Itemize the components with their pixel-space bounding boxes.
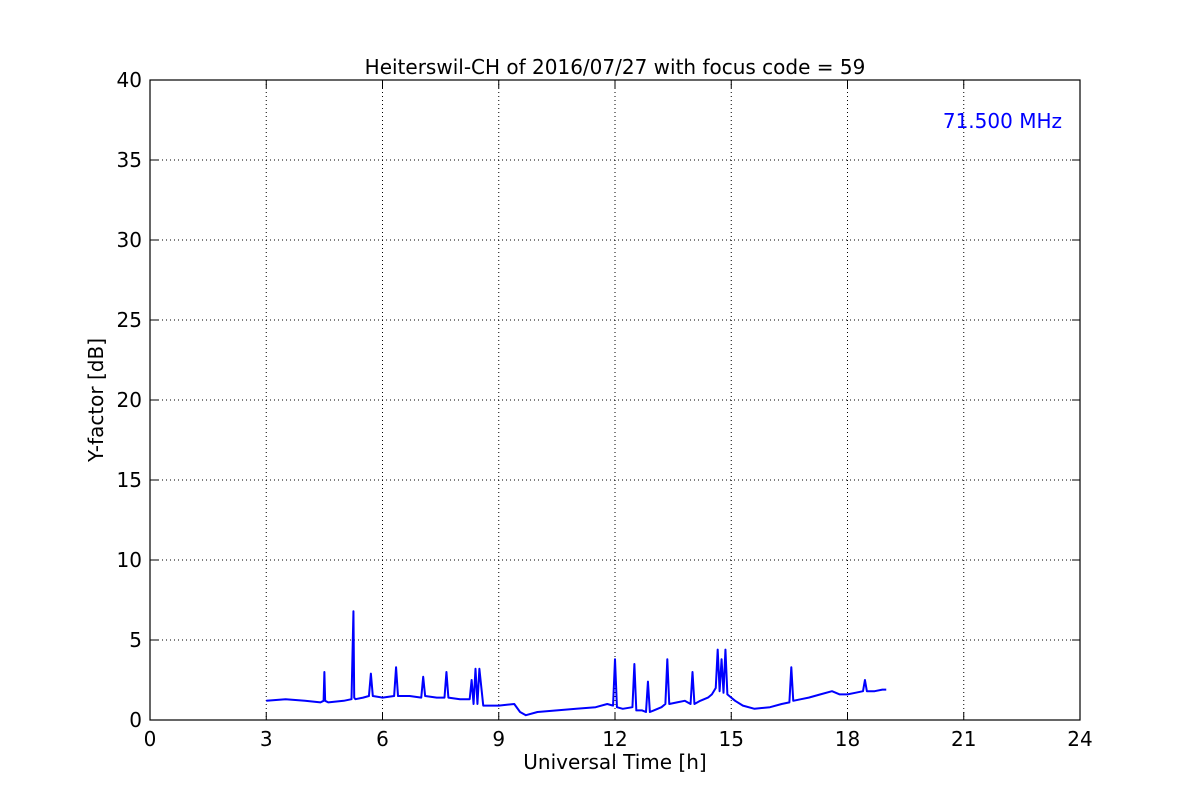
y-tick-label: 40 [117,68,142,92]
y-tick-label: 35 [117,148,142,172]
y-tick-label: 5 [129,628,142,652]
x-tick-label: 9 [492,727,505,751]
x-tick-label: 12 [602,727,627,751]
chart-figure: Heiterswil-CH of 2016/07/27 with focus c… [0,0,1200,800]
x-axis-label: Universal Time [h] [523,750,706,774]
y-tick-label: 15 [117,468,142,492]
x-tick-label: 18 [835,727,860,751]
y-tick-label: 30 [117,228,142,252]
x-tick-label: 3 [260,727,273,751]
x-tick-label: 21 [951,727,976,751]
y-tick-label: 20 [117,388,142,412]
chart-title: Heiterswil-CH of 2016/07/27 with focus c… [365,55,866,79]
y-tick-label: 10 [117,548,142,572]
x-tick-label: 24 [1067,727,1092,751]
y-tick-label: 25 [117,308,142,332]
y-tick-label: 0 [129,708,142,732]
frequency-annotation: 71.500 MHz [943,109,1062,133]
x-tick-label: 6 [376,727,389,751]
x-tick-label: 0 [144,727,157,751]
y-axis-label: Y-factor [dB] [84,338,108,463]
x-tick-label: 15 [719,727,744,751]
